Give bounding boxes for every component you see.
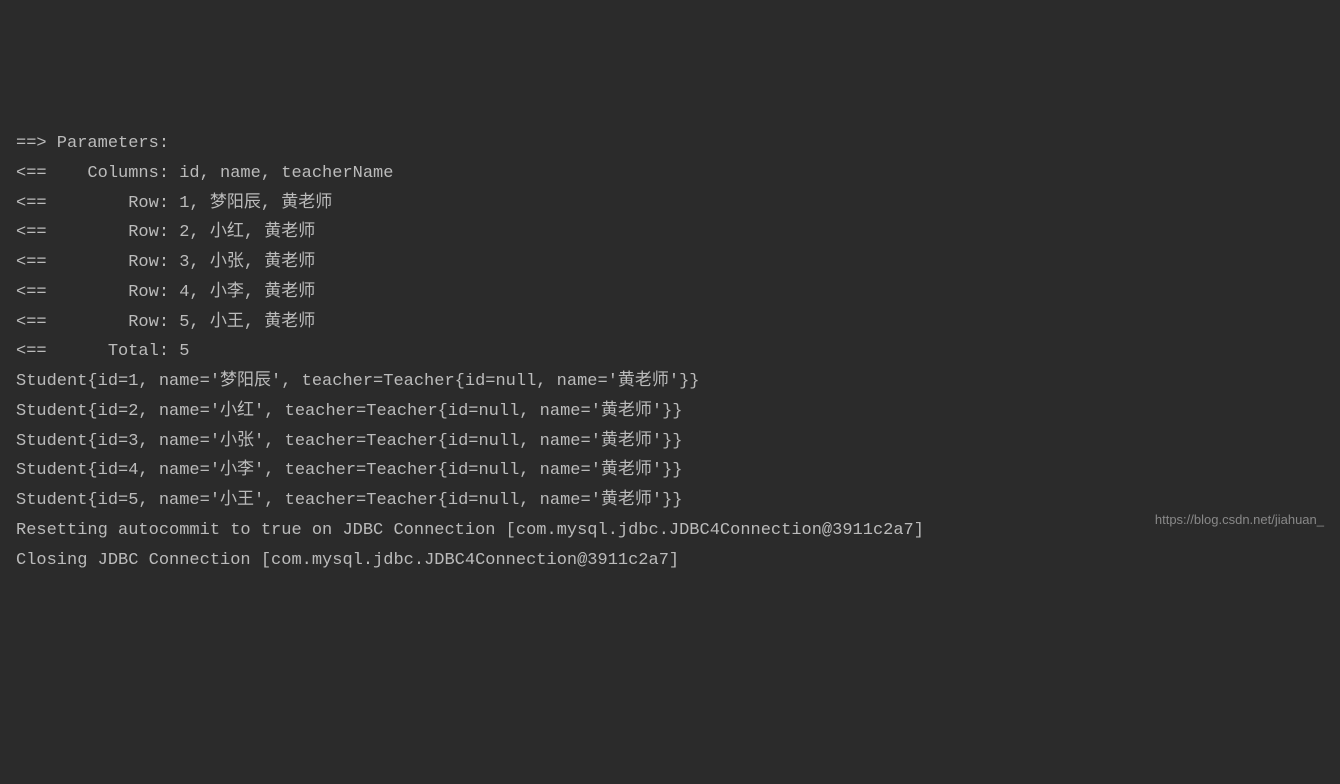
log-line-row: <== Row: 4, 小李, 黄老师 bbox=[16, 278, 1324, 308]
watermark-text: https://blog.csdn.net/jiahuan_ bbox=[1155, 509, 1324, 532]
log-line-student-output: Student{id=2, name='小红', teacher=Teacher… bbox=[16, 397, 1324, 427]
log-line-parameters: ==> Parameters: bbox=[16, 129, 1324, 159]
log-line-row: <== Row: 1, 梦阳辰, 黄老师 bbox=[16, 189, 1324, 219]
log-line-row: <== Row: 5, 小王, 黄老师 bbox=[16, 308, 1324, 338]
log-line-student-output: Student{id=5, name='小王', teacher=Teacher… bbox=[16, 486, 1324, 516]
log-line-row: <== Row: 2, 小红, 黄老师 bbox=[16, 218, 1324, 248]
log-line-columns: <== Columns: id, name, teacherName bbox=[16, 159, 1324, 189]
log-line-row: <== Row: 3, 小张, 黄老师 bbox=[16, 248, 1324, 278]
log-line-jdbc-close: Closing JDBC Connection [com.mysql.jdbc.… bbox=[16, 546, 1324, 576]
log-line-student-output: Student{id=1, name='梦阳辰', teacher=Teache… bbox=[16, 367, 1324, 397]
log-line-student-output: Student{id=3, name='小张', teacher=Teacher… bbox=[16, 427, 1324, 457]
log-line-student-output: Student{id=4, name='小李', teacher=Teacher… bbox=[16, 456, 1324, 486]
log-line-total: <== Total: 5 bbox=[16, 337, 1324, 367]
log-line-jdbc-reset: Resetting autocommit to true on JDBC Con… bbox=[16, 516, 1324, 546]
